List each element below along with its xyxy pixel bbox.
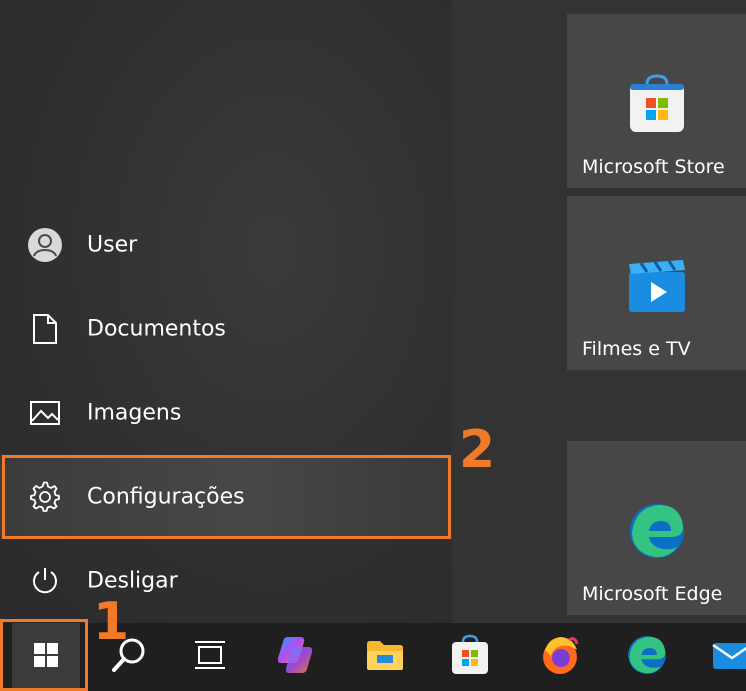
tile-label: Filmes e TV	[582, 338, 691, 360]
menu-item-label: Configurações	[87, 484, 245, 510]
user-avatar-icon	[27, 227, 63, 263]
microsoft-store-icon	[450, 634, 490, 680]
mail-icon	[712, 640, 746, 674]
firefox-icon	[539, 634, 581, 680]
step-2-number: 2	[459, 420, 496, 480]
firefox-button[interactable]	[526, 623, 594, 691]
menu-item-label: User	[87, 232, 138, 258]
pictures-icon	[27, 395, 63, 431]
menu-item-desligar[interactable]: Desligar	[0, 539, 452, 623]
copilot-button[interactable]	[262, 623, 330, 691]
tile-microsoft-store[interactable]: Microsoft Store	[567, 14, 746, 188]
start-button[interactable]	[12, 623, 80, 691]
task-view-button[interactable]	[176, 623, 244, 691]
tile-label: Microsoft Edge	[582, 583, 723, 605]
task-view-icon	[193, 640, 227, 674]
power-icon	[27, 563, 63, 599]
windows-start-icon	[33, 642, 59, 672]
menu-item-label: Desligar	[87, 568, 178, 594]
file-explorer-icon	[365, 638, 405, 676]
menu-item-label: Documentos	[87, 316, 226, 342]
microsoft-store-icon	[625, 72, 689, 136]
mail-button[interactable]	[700, 623, 746, 691]
tile-microsoft-edge[interactable]: Microsoft Edge	[567, 441, 746, 615]
file-explorer-button[interactable]	[351, 623, 419, 691]
movies-tv-icon	[625, 254, 689, 318]
edge-icon	[625, 499, 689, 563]
menu-item-imagens[interactable]: Imagens	[0, 371, 452, 455]
document-icon	[27, 311, 63, 347]
menu-item-configuracoes[interactable]: Configurações	[0, 455, 452, 539]
copilot-icon	[275, 635, 317, 679]
tile-label: Microsoft Store	[582, 156, 725, 178]
step-1-number: 1	[93, 592, 130, 652]
start-menu-left-pane: User Documentos Imagens Configurações De…	[0, 0, 452, 623]
start-menu: User Documentos Imagens Configurações De…	[0, 0, 746, 623]
settings-gear-icon	[27, 479, 63, 515]
edge-icon	[626, 634, 668, 680]
menu-item-user[interactable]: User	[0, 203, 452, 287]
menu-item-label: Imagens	[87, 400, 182, 426]
taskbar-edge-button[interactable]	[613, 623, 681, 691]
taskbar-store-button[interactable]	[436, 623, 504, 691]
menu-item-documentos[interactable]: Documentos	[0, 287, 452, 371]
tile-filmes-e-tv[interactable]: Filmes e TV	[567, 196, 746, 370]
